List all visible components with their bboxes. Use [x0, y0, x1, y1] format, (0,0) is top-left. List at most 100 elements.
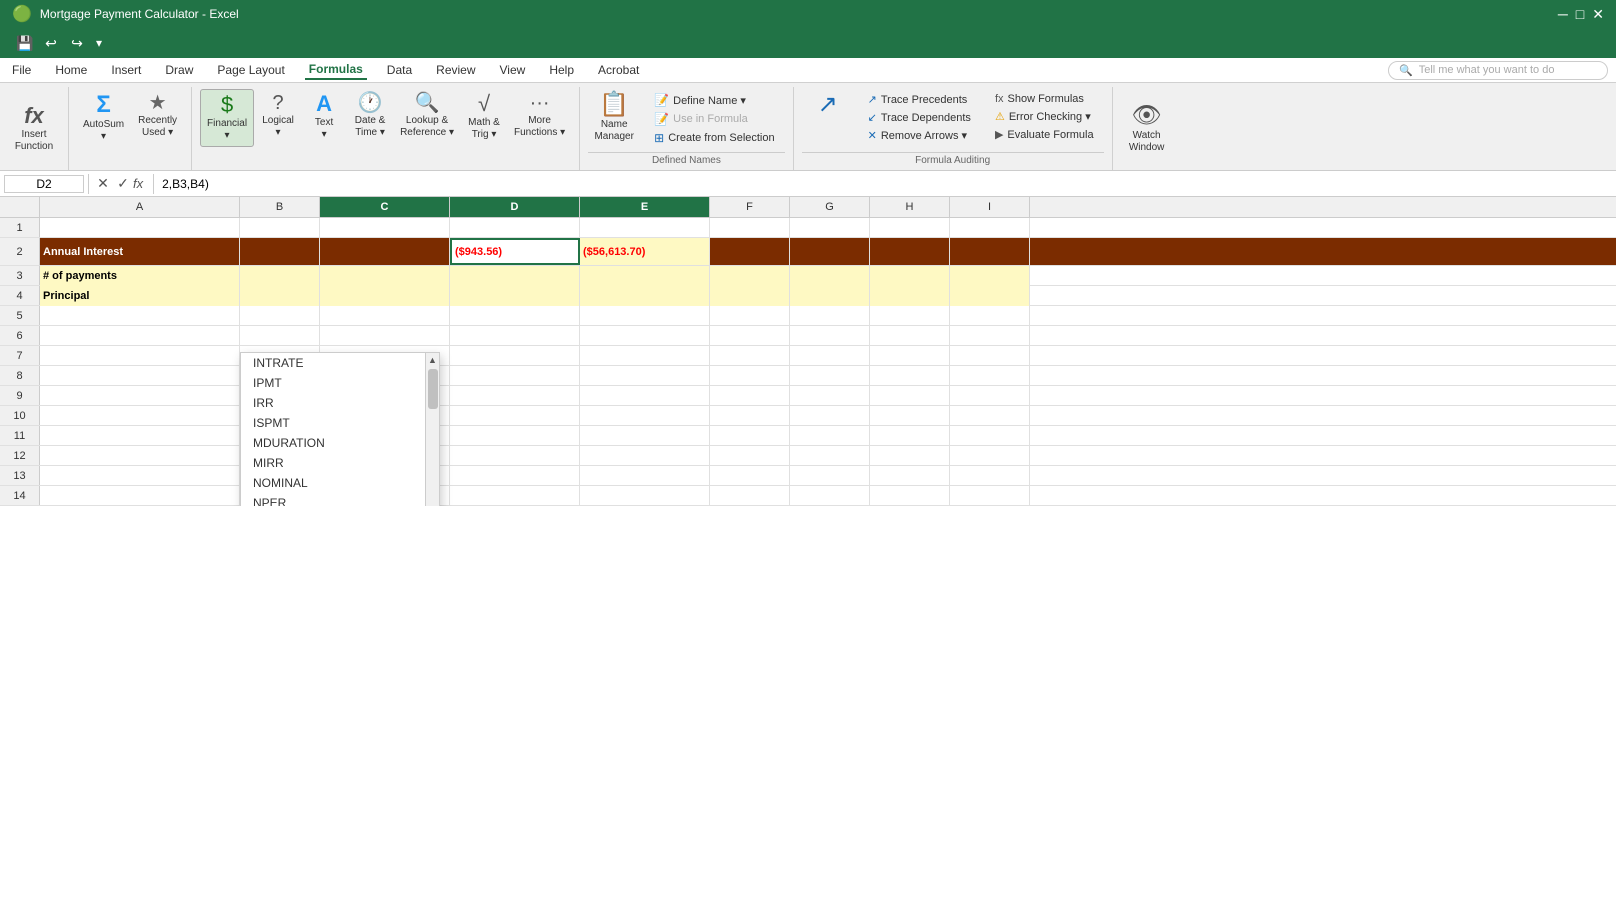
- menu-home[interactable]: Home: [51, 61, 91, 79]
- col-header-a[interactable]: A: [40, 197, 240, 217]
- dropdown-item[interactable]: NPER: [241, 493, 425, 506]
- insert-function-btn[interactable]: fx InsertFunction: [8, 99, 60, 159]
- text-btn[interactable]: A Text▾: [302, 89, 346, 145]
- cell-e14[interactable]: [580, 486, 710, 506]
- cell-a8[interactable]: [40, 366, 240, 386]
- cell-b4[interactable]: [240, 286, 320, 306]
- cell-e11[interactable]: [580, 426, 710, 446]
- mathtrig-btn[interactable]: √ Math &Trig ▾: [462, 89, 506, 145]
- watch-window-btn[interactable]: 👁 WatchWindow: [1121, 100, 1173, 158]
- define-name-btn[interactable]: 📝 Define Name ▾: [648, 91, 780, 109]
- menu-review[interactable]: Review: [432, 61, 479, 79]
- cell-h8[interactable]: [870, 366, 950, 386]
- cell-d8[interactable]: [450, 366, 580, 386]
- cell-g4[interactable]: [790, 286, 870, 306]
- cell-b3[interactable]: [240, 266, 320, 286]
- cell-a7[interactable]: [40, 346, 240, 366]
- minimize-btn[interactable]: ─: [1558, 6, 1568, 23]
- cell-e4[interactable]: [580, 286, 710, 306]
- cell-i14[interactable]: [950, 486, 1030, 506]
- cell-ref-input[interactable]: [4, 175, 84, 193]
- maximize-btn[interactable]: □: [1576, 6, 1584, 23]
- cell-i10[interactable]: [950, 406, 1030, 426]
- cell-i11[interactable]: [950, 426, 1030, 446]
- cell-a3[interactable]: # of payments: [40, 266, 240, 286]
- cell-e9[interactable]: [580, 386, 710, 406]
- cell-i13[interactable]: [950, 466, 1030, 486]
- cell-i2[interactable]: [950, 238, 1030, 265]
- cell-i6[interactable]: [950, 326, 1030, 346]
- cell-f4[interactable]: [710, 286, 790, 306]
- cell-d7[interactable]: [450, 346, 580, 366]
- cell-a6[interactable]: [40, 326, 240, 346]
- cell-e2[interactable]: ($56,613.70): [580, 238, 710, 265]
- cell-i5[interactable]: [950, 306, 1030, 326]
- cell-c5[interactable]: [320, 306, 450, 326]
- cell-d14[interactable]: [450, 486, 580, 506]
- cell-f8[interactable]: [710, 366, 790, 386]
- col-header-h[interactable]: H: [870, 197, 950, 217]
- cell-e12[interactable]: [580, 446, 710, 466]
- cell-h5[interactable]: [870, 306, 950, 326]
- col-header-d[interactable]: C: [320, 197, 450, 217]
- cell-h7[interactable]: [870, 346, 950, 366]
- cell-a14[interactable]: [40, 486, 240, 506]
- cell-a10[interactable]: [40, 406, 240, 426]
- cell-c4[interactable]: [320, 286, 450, 306]
- cell-f6[interactable]: [710, 326, 790, 346]
- cell-e5[interactable]: [580, 306, 710, 326]
- remove-arrows-btn[interactable]: ✕ Remove Arrows ▾: [862, 127, 977, 144]
- recently-used-btn[interactable]: ★ RecentlyUsed ▾: [132, 89, 183, 143]
- menu-help[interactable]: Help: [545, 61, 578, 79]
- cell-e7[interactable]: [580, 346, 710, 366]
- menu-data[interactable]: Data: [383, 61, 416, 79]
- close-btn[interactable]: ✕: [1592, 6, 1604, 23]
- scrollbar[interactable]: ▲ ▼: [425, 353, 439, 506]
- cell-a1[interactable]: [40, 218, 240, 238]
- cell-a9[interactable]: [40, 386, 240, 406]
- cell-d1[interactable]: [450, 218, 580, 238]
- confirm-btn[interactable]: ✓: [113, 174, 133, 194]
- cell-b1[interactable]: [240, 218, 320, 238]
- redo-qa-btn[interactable]: ↪: [66, 32, 88, 54]
- cell-e6[interactable]: [580, 326, 710, 346]
- cell-a5[interactable]: [40, 306, 240, 326]
- col-header-g[interactable]: G: [790, 197, 870, 217]
- cell-d9[interactable]: [450, 386, 580, 406]
- col-header-b[interactable]: B: [240, 197, 320, 217]
- use-in-formula-btn[interactable]: 📝 Use in Formula: [648, 110, 780, 128]
- cell-h13[interactable]: [870, 466, 950, 486]
- cell-g6[interactable]: [790, 326, 870, 346]
- cell-a13[interactable]: [40, 466, 240, 486]
- cell-i1[interactable]: [950, 218, 1030, 238]
- cell-g5[interactable]: [790, 306, 870, 326]
- cell-b5[interactable]: [240, 306, 320, 326]
- cell-h14[interactable]: [870, 486, 950, 506]
- cell-g11[interactable]: [790, 426, 870, 446]
- col-header-e[interactable]: E: [580, 197, 710, 217]
- show-formulas-btn[interactable]: fx Show Formulas: [989, 91, 1100, 107]
- datetime-btn[interactable]: 🕐 Date &Time ▾: [348, 89, 392, 143]
- cell-d12[interactable]: [450, 446, 580, 466]
- menu-view[interactable]: View: [496, 61, 530, 79]
- cell-d2[interactable]: ($943.56): [450, 238, 580, 265]
- menu-pagelayout[interactable]: Page Layout: [213, 61, 288, 79]
- lookup-btn[interactable]: 🔍 Lookup &Reference ▾: [394, 89, 460, 143]
- cell-h9[interactable]: [870, 386, 950, 406]
- qa-dropdown-btn[interactable]: ▾: [96, 36, 102, 50]
- menu-formulas[interactable]: Formulas: [305, 60, 367, 80]
- trace-arrows-btn[interactable]: ↗: [802, 89, 854, 123]
- cell-h6[interactable]: [870, 326, 950, 346]
- cell-i4[interactable]: [950, 286, 1030, 306]
- cell-f3[interactable]: [710, 266, 790, 286]
- evaluate-formula-btn[interactable]: ▶ Evaluate Formula: [989, 126, 1100, 143]
- col-header-i[interactable]: I: [950, 197, 1030, 217]
- cell-h10[interactable]: [870, 406, 950, 426]
- cell-g7[interactable]: [790, 346, 870, 366]
- autosum-btn[interactable]: Σ AutoSum▾: [77, 89, 130, 147]
- cell-h2[interactable]: [870, 238, 950, 265]
- formula-input[interactable]: [158, 176, 1612, 192]
- cell-a12[interactable]: [40, 446, 240, 466]
- create-from-selection-btn[interactable]: ⊞ Create from Selection: [648, 129, 780, 147]
- cell-h3[interactable]: [870, 266, 950, 286]
